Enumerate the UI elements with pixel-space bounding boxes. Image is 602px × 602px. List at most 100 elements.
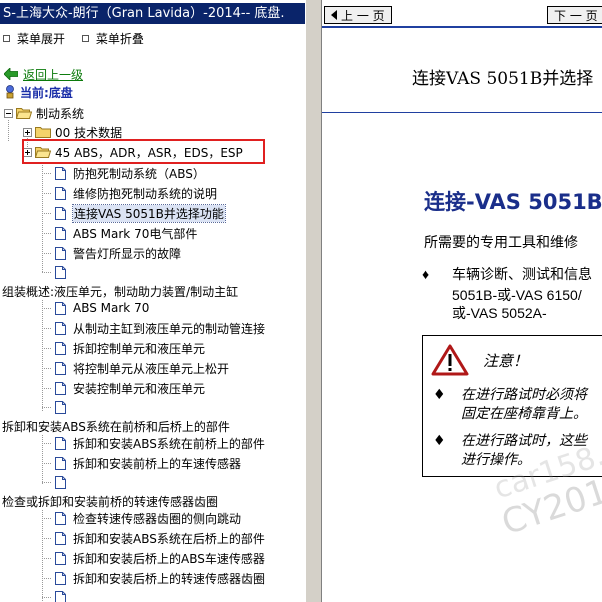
tree-item-selected[interactable]: 连接VAS 5051B并选择功能 <box>55 203 226 223</box>
notice-text: 在进行路试时必须将 <box>461 387 587 403</box>
tools-label: 所需要的专用工具和维修 <box>424 235 578 251</box>
document-icon <box>55 590 66 602</box>
tree-item-label: 安装控制单元和液压单元 <box>73 381 206 396</box>
tree-item-label: 从制动主缸到液压单元的制动管连接 <box>73 321 266 336</box>
collapse-icon <box>81 35 89 42</box>
prev-page-label: 上 一 页 <box>341 8 385 23</box>
current-location-label: 当前:底盘 <box>20 85 73 100</box>
tree-item[interactable]: 拆卸和安装ABS系统在前桥上的部件 <box>55 434 265 452</box>
expand-toggle-icon[interactable] <box>23 147 32 157</box>
warning-icon <box>431 344 469 376</box>
tree-item-label: 拆卸和安装后桥上的ABS车速传感器 <box>73 551 265 566</box>
document-icon <box>55 531 66 545</box>
tree-item-label: 防抱死制动系统（ABS） <box>73 166 205 181</box>
tree-item[interactable]: ABS Mark 70电气部件 <box>55 224 197 242</box>
tree-node-braking-system[interactable]: 制动系统 <box>4 104 84 122</box>
collapse-toggle-icon[interactable] <box>4 108 13 118</box>
tree-item[interactable]: 拆卸控制单元和液压单元 <box>55 339 205 357</box>
document-icon <box>55 456 66 470</box>
bullet-item-cont: 或-VAS 5052A- <box>422 303 547 324</box>
tree-item[interactable]: 安装控制单元和液压单元 <box>55 379 205 397</box>
document-header: 连接VAS 5051B并选择 <box>412 69 594 89</box>
document-icon <box>55 206 66 220</box>
document-icon <box>55 381 66 395</box>
document-icon <box>55 361 66 375</box>
tree-item[interactable] <box>55 473 73 491</box>
tree-node-label: 00 技术数据 <box>55 125 123 140</box>
tree-item[interactable] <box>55 588 73 602</box>
tree-item[interactable]: 拆卸和安装后桥上的转速传感器齿圈 <box>55 569 265 587</box>
page-nav-bar: 上 一 页 下 一 页 <box>322 0 602 28</box>
bullet-text: 车辆诊断、测试和信息 <box>452 266 592 282</box>
expand-icon <box>3 35 10 42</box>
document-pane: 上 一 页 下 一 页 连接VAS 5051B并选择 连接-VAS 5051B … <box>322 0 602 602</box>
bullet-item: ♦ 车辆诊断、测试和信息 <box>422 264 592 285</box>
next-page-label: 下 一 页 <box>554 8 598 23</box>
tree-node-tech-data[interactable]: 00 技术数据 <box>23 123 122 141</box>
tree-item[interactable]: 检查转速传感器齿圈的侧向跳动 <box>55 509 241 527</box>
notice-item-cont: 固定在座椅靠背上。 <box>433 405 587 424</box>
tree-pane: S-上海大众-朗行（Gran Lavida）-2014-- 底盘. 菜单展开 菜… <box>0 0 305 602</box>
tree-item-label: 拆卸和安装后桥上的转速传感器齿圈 <box>73 571 266 586</box>
tree-item[interactable]: 从制动主缸到液压单元的制动管连接 <box>55 319 265 337</box>
tree-item-label: 将控制单元从液压单元上松开 <box>73 361 230 376</box>
next-page-button[interactable]: 下 一 页 <box>547 6 602 24</box>
group-title-label: 组装概述:液压单元，制动助力装置/制动主缸 <box>2 284 239 299</box>
expand-toggle-icon[interactable] <box>23 127 32 137</box>
tree-item-label: ABS Mark 70 <box>73 301 150 315</box>
tree-node-abs-folder[interactable]: 45 ABS，ADR，ASR，EDS，ESP <box>23 143 243 161</box>
pane-splitter[interactable] <box>305 0 322 602</box>
group-title-label: 拆卸和安装ABS系统在前桥和后桥上的部件 <box>2 419 230 434</box>
folder-icon <box>35 127 51 138</box>
tree-item[interactable]: 将控制单元从液压单元上松开 <box>55 359 229 377</box>
bullet-icon: ♦ <box>422 266 430 282</box>
bullet-text: 5051B-或-VAS 6150/ <box>452 287 582 303</box>
document-icon <box>55 436 66 450</box>
folder-open-icon <box>16 108 32 119</box>
tree-item-label: 拆卸和安装ABS系统在后桥上的部件 <box>73 531 265 546</box>
back-link[interactable]: 返回上一级 <box>4 66 83 82</box>
back-arrow-icon <box>4 68 18 80</box>
tree-item[interactable]: 拆卸和安装前桥上的车速传感器 <box>55 454 241 472</box>
group-title-label: 检查或拆卸和安装前桥的转速传感器齿圈 <box>2 494 219 509</box>
notice-item: ♦ 在进行路试时必须将 <box>433 386 587 405</box>
bullet-icon: ♦ <box>433 433 446 449</box>
location-icon <box>6 85 14 99</box>
tree-item-label: 检查转速传感器齿圈的侧向跳动 <box>73 511 242 526</box>
document-icon <box>55 166 66 180</box>
notice-text: 固定在座椅靠背上。 <box>461 406 587 422</box>
tree-item-label: 维修防抱死制动系统的说明 <box>73 186 218 201</box>
document-icon <box>55 321 66 335</box>
document-icon <box>55 400 66 414</box>
tree-item[interactable]: 拆卸和安装ABS系统在后桥上的部件 <box>55 529 265 547</box>
menu-collapse-label: 菜单折叠 <box>95 31 144 46</box>
header-divider <box>322 112 602 113</box>
tree-item[interactable]: 警告灯所显示的故障 <box>55 244 181 262</box>
pane-title: S-上海大众-朗行（Gran Lavida）-2014-- 底盘. <box>0 3 305 24</box>
prev-page-button[interactable]: 上 一 页 <box>324 6 392 24</box>
bullet-text: 或-VAS 5052A- <box>452 305 547 321</box>
tree-item-label: 拆卸和安装ABS系统在前桥上的部件 <box>73 436 265 451</box>
tree-item-label: 连接VAS 5051B并选择功能 <box>72 203 226 223</box>
document-icon <box>55 226 66 240</box>
left-arrow-icon <box>331 10 337 20</box>
folder-open-icon <box>35 147 51 158</box>
tree-node-label: 45 ABS，ADR，ASR，EDS，ESP <box>55 145 243 160</box>
bullet-icon: ♦ <box>433 387 446 403</box>
menu-expand-label: 菜单展开 <box>17 31 66 46</box>
menu-collapse-button[interactable]: 菜单折叠 <box>81 30 144 48</box>
document-icon <box>55 571 66 585</box>
tree-item-label: 警告灯所显示的故障 <box>73 246 182 261</box>
menu-expand-button[interactable]: 菜单展开 <box>3 30 65 48</box>
tree-item-label: 拆卸控制单元和液压单元 <box>73 341 206 356</box>
tree-item[interactable] <box>55 263 73 281</box>
tree-item[interactable]: 维修防抱死制动系统的说明 <box>55 184 217 202</box>
menu-row: 菜单展开 菜单折叠 <box>0 29 154 47</box>
tree-item[interactable]: 防抱死制动系统（ABS） <box>55 164 205 182</box>
tree-item-label: ABS Mark 70电气部件 <box>73 226 198 241</box>
tree-item[interactable] <box>55 398 73 416</box>
tree-item[interactable]: 拆卸和安装后桥上的ABS车速传感器 <box>55 549 265 567</box>
document-icon <box>55 551 66 565</box>
document-icon <box>55 511 66 525</box>
tree-item[interactable]: ABS Mark 70 <box>55 299 149 317</box>
